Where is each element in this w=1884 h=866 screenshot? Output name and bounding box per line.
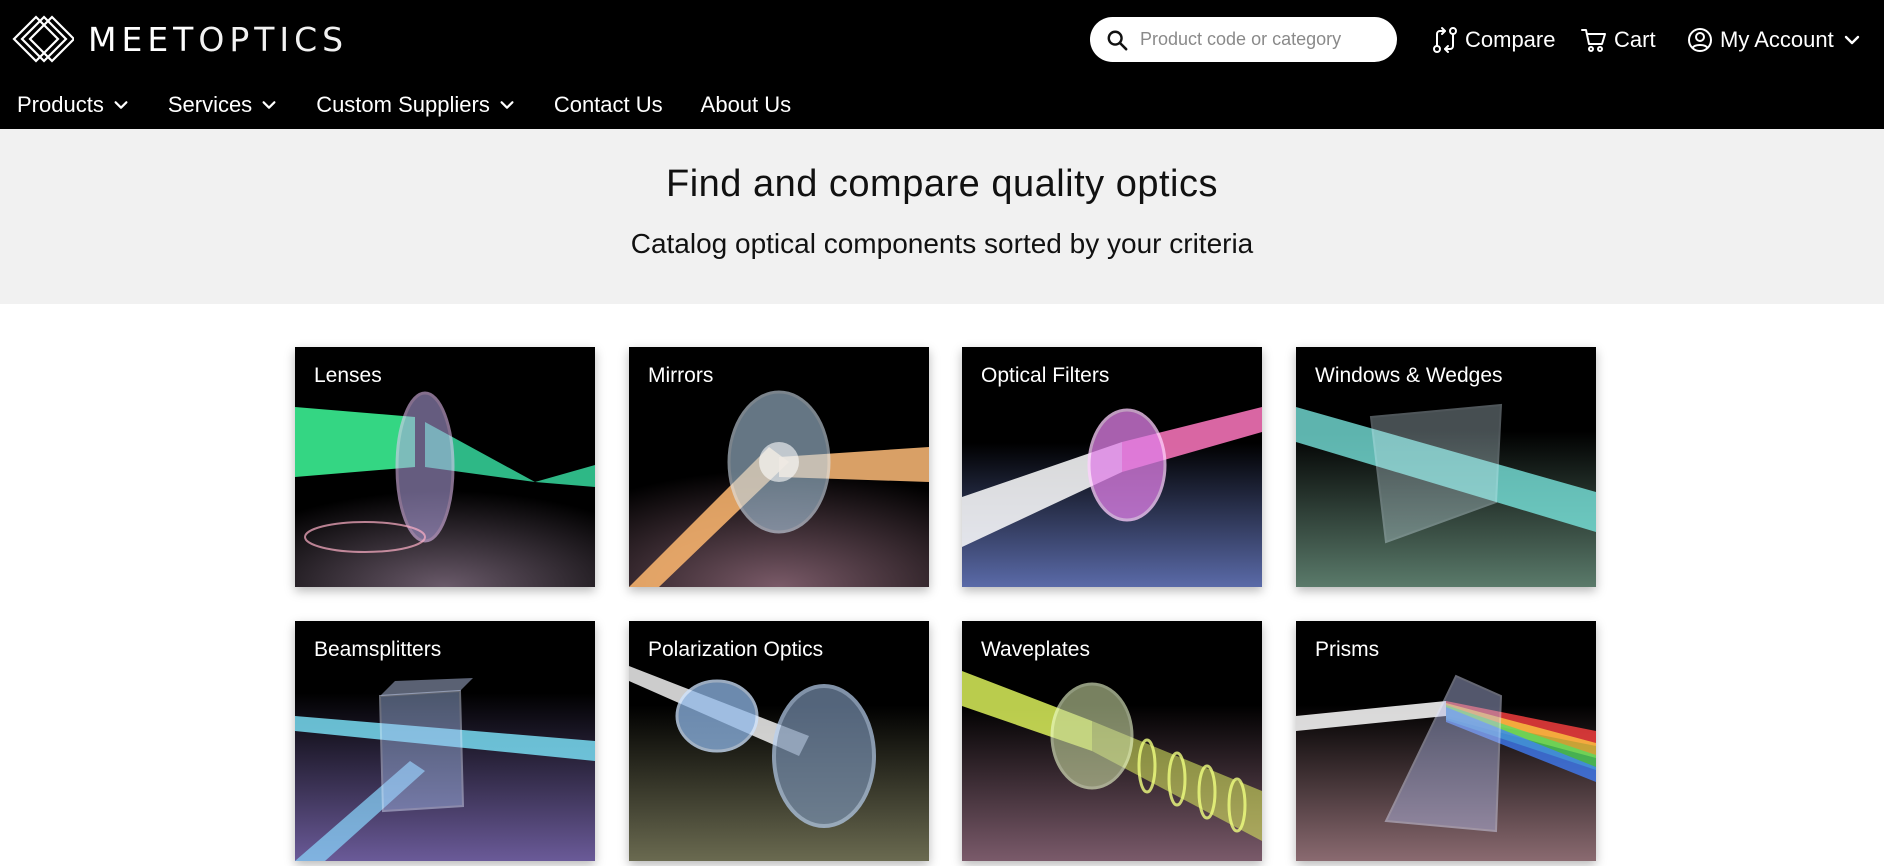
logo-wordmark: MEETOPTICS <box>88 20 348 59</box>
logo-text-light: OPTICS <box>198 19 349 59</box>
hero-banner: Find and compare quality optics Catalog … <box>0 129 1884 304</box>
cart-icon <box>1581 29 1606 52</box>
hero-subtitle: Catalog optical components sorted by you… <box>630 228 1254 259</box>
nav-about-us-label: About Us <box>700 92 792 117</box>
nav-custom-suppliers-label: Custom Suppliers <box>316 92 490 117</box>
category-title: Polarization Optics <box>648 638 824 661</box>
logo[interactable]: MEETOPTICS <box>12 14 348 64</box>
user-circle-icon <box>1688 28 1712 52</box>
category-title: Windows & Wedges <box>1315 364 1503 387</box>
search-box[interactable] <box>1090 17 1397 62</box>
search-icon <box>1107 30 1128 50</box>
category-card-waveplates[interactable]: Waveplates <box>962 621 1262 861</box>
nav-products-label: Products <box>17 92 104 117</box>
category-card-prisms[interactable]: Prisms <box>1296 621 1596 861</box>
search-input[interactable] <box>1140 29 1380 50</box>
category-title: Optical Filters <box>981 364 1110 387</box>
category-card-mirrors[interactable]: Mirrors <box>629 347 929 587</box>
category-title: Waveplates <box>981 638 1090 661</box>
my-account-menu[interactable]: My Account <box>1686 22 1862 58</box>
chevron-down-icon <box>262 101 276 109</box>
category-card-polarization-optics[interactable]: Polarization Optics <box>629 621 929 861</box>
nav-contact-us[interactable]: Contact Us <box>554 92 663 118</box>
cart-label: Cart <box>1614 27 1656 52</box>
logo-diamond-icon <box>12 15 74 63</box>
category-card-windows-wedges[interactable]: Windows & Wedges <box>1296 347 1596 587</box>
category-title: Prisms <box>1315 638 1380 661</box>
nav-services-label: Services <box>167 92 253 117</box>
nav-services[interactable]: Services <box>168 92 278 118</box>
hero-title: Find and compare quality optics <box>665 163 1218 205</box>
compare-label: Compare <box>1465 27 1556 52</box>
compare-link[interactable]: Compare <box>1431 22 1555 58</box>
category-card-beamsplitters[interactable]: Beamsplitters <box>295 621 595 861</box>
logo-text-bold: MEET <box>88 19 199 59</box>
site-header: MEETOPTICS Compare <box>0 0 1884 129</box>
chevron-down-icon <box>500 101 514 109</box>
category-title: Mirrors <box>648 364 714 387</box>
nav-about-us[interactable]: About Us <box>701 92 792 118</box>
chevron-down-icon <box>1844 35 1859 45</box>
cart-link[interactable]: Cart <box>1580 22 1656 58</box>
nav-products[interactable]: Products <box>17 92 130 118</box>
category-title: Beamsplitters <box>314 638 442 661</box>
compare-icon <box>1433 27 1457 53</box>
nav-custom-suppliers[interactable]: Custom Suppliers <box>316 92 516 118</box>
category-card-optical-filters[interactable]: Optical Filters <box>962 347 1262 587</box>
chevron-down-icon <box>114 101 128 109</box>
category-card-lenses[interactable]: Lenses <box>295 347 595 587</box>
main-nav: Products Services Custom Suppliers Conta… <box>17 88 829 122</box>
category-title: Lenses <box>314 364 382 387</box>
my-account-label: My Account <box>1720 27 1834 52</box>
nav-contact-us-label: Contact Us <box>553 92 663 117</box>
